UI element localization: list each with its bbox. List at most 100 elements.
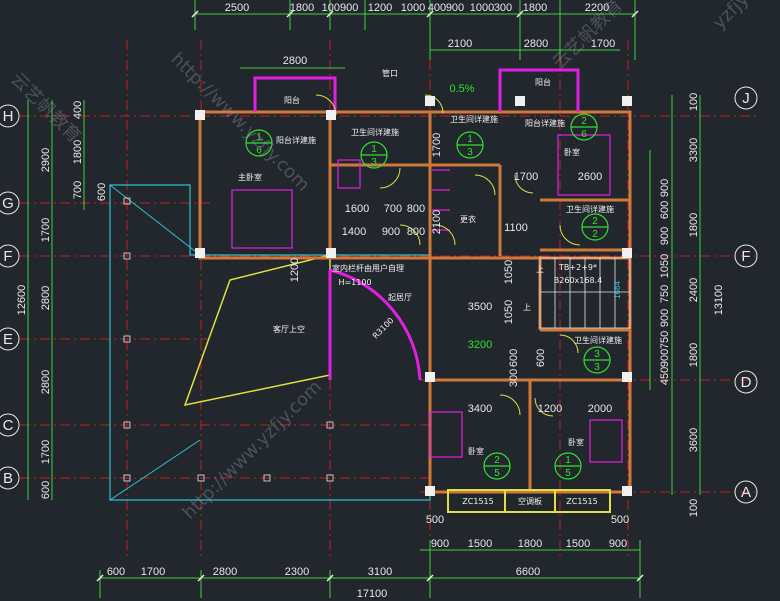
inner-dim: 1050 [503,260,515,284]
right-dim: 900 [659,179,671,197]
bed-s2 [589,419,623,463]
left-dim: 2800 [40,286,52,310]
axis-C: C [3,417,14,434]
axis-H: H [3,108,14,125]
up-label-1: 上 [536,265,544,274]
window-label-1: ZC1515 [462,497,493,506]
detail-mark-3-top: 2 [581,116,587,127]
detail-mark-6-top: 3 [594,349,600,360]
inner-dim: 700 [384,203,402,215]
axis-F-right: F [741,248,750,265]
bottom-dim-2: 3100 [368,566,392,578]
bed-ne [557,134,611,196]
left-dim: 600 [40,481,52,499]
stair-label-2: B260x168.4 [554,276,602,285]
right-dim: 900 [659,309,671,327]
inner-dim: 800 [407,226,425,238]
detail-mark-8-bottom: 5 [565,468,571,479]
stair-label: TB+2+9* [558,263,597,272]
top-dim: 300 [494,2,512,14]
balcony-detail-right: 阳台详建施 [525,118,565,128]
bottom-dim: 900 [431,538,449,550]
top-dim: 100900 [322,2,359,14]
bath-detail-3: 卫生间详建施 [566,204,614,214]
room-balcony-right: 阳台 [535,77,551,87]
bottom-dim: 1500 [468,538,492,550]
top-dim-3: 2800 [283,55,307,67]
floor-plan-drawing: 1 6 1 3 2 6 1 3 2 2 3 3 2 5 1 5 H G F E … [0,0,760,600]
inner-dim: 900 [382,226,400,238]
radius-label: R3100 [371,316,396,341]
axis-J: J [742,90,750,107]
bottom-dim-2: 600 [107,566,125,578]
left-dimensions: 2900 1700 2800 2800 1700 600 12600 400 1… [16,101,108,499]
axis-B: B [3,470,13,487]
bottom-dim: 900 [609,538,627,550]
bath-detail-4: 卫生间详建施 [574,335,622,345]
detail-mark-3-bottom: 6 [581,129,587,140]
bottom-small: 500 [426,514,444,526]
detail-mark-5-bottom: 2 [592,229,598,240]
inner-dim: 3200 [468,339,492,351]
railing-note: 室内栏杆由用户自理 [332,263,404,273]
right-dim: 750 [659,331,671,349]
top-dim: 900 [446,2,464,14]
top-dim-2: 2800 [524,38,548,50]
inner-dim: 1600 [345,203,369,215]
bottom-dimensions-row1: 900 1500 1800 1500 900 500 500 [426,514,629,550]
top-dim: 1800 [290,2,314,14]
detail-mark-5-top: 2 [592,216,598,227]
room-bedroom-s2: 卧室 [568,437,584,447]
inner-dim: 300 [508,369,520,387]
left-total: 12600 [16,285,28,316]
right-dimensions: 900 600 900 1050 750 900 750 900 450 600… [659,93,725,517]
slope-label: 0.5% [449,83,474,95]
right-total: 13100 [713,285,725,316]
inner-dim: 600 [535,349,547,367]
right-dim-2: 2400 [688,278,700,302]
axis-D: D [741,374,752,391]
right-dim-2: 3300 [688,138,700,162]
bottom-dim: 1800 [518,538,542,550]
top-dim: 1800 [523,2,547,14]
detail-mark-6-bottom: 3 [594,362,600,373]
bottom-dim-2: 2800 [213,566,237,578]
dimension-ticks [96,10,644,582]
bottom-dim-2: 2300 [285,566,309,578]
detail-mark-2-bottom: 3 [371,157,377,168]
inner-dim: 3500 [468,301,492,313]
balconies [253,68,580,112]
bottom-dimensions-row2: 600 1700 2800 2300 3100 6600 17100 [107,566,540,600]
dimension-lines [27,0,701,598]
right-dim: 450 [659,367,671,385]
right-dim: 900 [659,349,671,367]
axis-F-left: F [3,248,12,265]
left-dim: 2900 [40,148,52,172]
inner-dim: 1100 [504,222,528,234]
inner-dim: 800 [407,203,425,215]
bath-detail-1: 卫生间详建施 [351,127,399,137]
top-dim: 1000 [401,2,425,14]
right-dim-2: 3600 [688,428,700,452]
ac-board-label: 空调板 [518,496,542,506]
top-dim: 400 [428,2,446,14]
detail-mark-4-top: 1 [467,134,473,145]
detail-mark-7-bottom: 5 [494,468,500,479]
detail-mark-4-bottom: 3 [467,147,473,158]
right-dim: 750 [659,285,671,303]
rise-label: 起居厅 [388,293,412,302]
inner-dim: 1200 [289,258,301,282]
room-living-void: 客厅上空 [273,324,305,334]
up-label-2: 上 [523,303,531,312]
inner-dim: 1700 [514,171,538,183]
axis-A: A [741,484,751,501]
left-inner: 600 [96,183,108,201]
watermark: yzfjy [709,0,754,34]
inner-dim: 1684 [613,281,622,299]
inner-dim: 2000 [588,403,612,415]
left-inner: 700 [72,181,84,199]
axis-G: G [2,195,14,212]
inner-dim: 3400 [468,403,492,415]
master-bed [231,189,293,249]
inner-dim: 2100 [431,210,443,234]
